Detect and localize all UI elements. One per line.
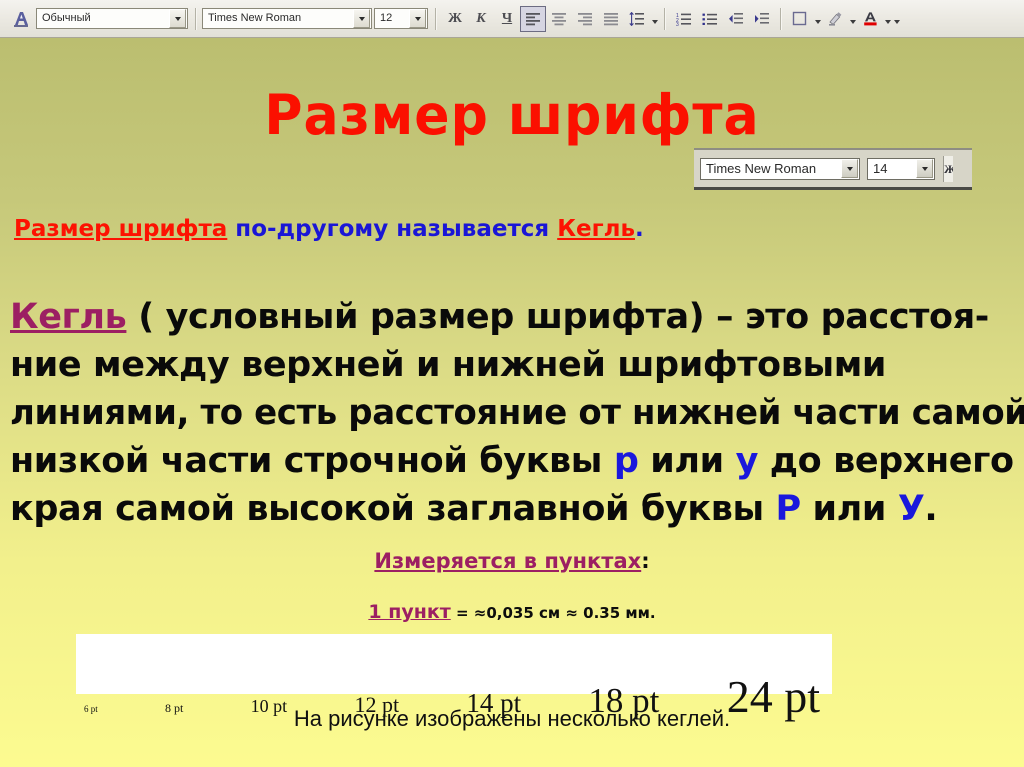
chevron-down-icon[interactable] bbox=[916, 159, 933, 178]
line-spacing-button[interactable] bbox=[624, 6, 650, 32]
increase-indent-button[interactable] bbox=[749, 6, 775, 32]
numbered-list-button[interactable]: 1 2 3 bbox=[671, 6, 697, 32]
definition-line-3: линиями, то есть расстояние от нижней ча… bbox=[10, 389, 1024, 437]
measure-units-line: Измеряется в пунктах: bbox=[0, 549, 1024, 573]
definition-line-1: Кегль ( условный размер шрифта) – это ра… bbox=[10, 293, 1020, 341]
letter-uppercase-r: Р bbox=[775, 489, 802, 529]
svg-text:3: 3 bbox=[676, 22, 679, 26]
font-size-value: 12 bbox=[380, 12, 393, 24]
increase-indent-icon bbox=[755, 12, 769, 24]
chevron-down-icon[interactable] bbox=[169, 9, 186, 28]
definition-line-1-rest: ( условный размер шрифта) – это расстоя- bbox=[126, 297, 989, 337]
font-size-sample-image: 6 pt 8 pt 10 pt 12 pt 14 pt 18 pt 24 pt bbox=[76, 634, 832, 720]
decrease-indent-icon bbox=[729, 12, 743, 24]
highlight-icon bbox=[828, 12, 841, 26]
font-color-button[interactable] bbox=[857, 6, 883, 32]
definition-line-5e: . bbox=[924, 489, 938, 529]
font-group: Times New Roman 12 bbox=[202, 4, 430, 34]
measure-units-colon: : bbox=[641, 549, 650, 573]
subtitle-term-secondary: Кегль bbox=[557, 216, 635, 242]
font-size-combo[interactable]: 12 bbox=[374, 8, 428, 29]
definition-line-4c: или bbox=[638, 441, 736, 481]
bold-button[interactable]: Ж bbox=[442, 6, 468, 32]
decoration-group bbox=[787, 4, 901, 34]
bulleted-list-button[interactable] bbox=[697, 6, 723, 32]
paragraph-style-combo[interactable]: Обычный bbox=[36, 8, 188, 29]
align-right-icon bbox=[578, 12, 592, 25]
letter-uppercase-u: У bbox=[897, 489, 925, 529]
italic-button[interactable]: К bbox=[468, 6, 494, 32]
align-center-button[interactable] bbox=[546, 6, 572, 32]
chevron-down-icon[interactable] bbox=[841, 159, 858, 178]
borders-icon bbox=[792, 11, 807, 26]
toolbar-divider bbox=[780, 7, 782, 30]
highlight-dropdown-arrow[interactable] bbox=[848, 6, 857, 32]
definition-line-5a: края самой высокой заглавной буквы bbox=[10, 489, 776, 529]
image-caption: На рисунке изображены несколько кеглей. bbox=[293, 706, 731, 731]
subtitle-connector: по-другому называется bbox=[227, 216, 558, 242]
definition-line-4e: до верхнего bbox=[757, 441, 1014, 481]
numbered-list-icon: 1 2 3 bbox=[676, 13, 691, 26]
style-group: Обычный bbox=[4, 4, 190, 34]
toolbar-divider bbox=[195, 7, 197, 30]
measure-units-label: Измеряется в пунктах bbox=[374, 549, 642, 573]
toolbar-overflow-arrow[interactable] bbox=[892, 6, 901, 32]
slide-canvas: Размер шрифта Times New Roman 14 Ж Разме… bbox=[0, 38, 1024, 767]
definition-paragraph: Кегль ( условный размер шрифта) – это ра… bbox=[10, 293, 1024, 533]
one-point-value: = ≈0,035 см ≈ 0.35 мм. bbox=[450, 604, 656, 622]
align-center-icon bbox=[552, 12, 566, 25]
chevron-down-icon[interactable] bbox=[353, 9, 370, 28]
font-family-value: Times New Roman bbox=[208, 12, 302, 24]
page-title-text: Размер шрифта bbox=[264, 84, 760, 148]
subtitle-line: Размер шрифта по-другому называется Кегл… bbox=[14, 216, 644, 242]
one-point-label: 1 пункт bbox=[368, 601, 451, 623]
align-left-button[interactable] bbox=[520, 5, 546, 32]
inset-font-size-value: 14 bbox=[873, 161, 888, 176]
definition-line-5c: или bbox=[800, 489, 898, 529]
toolbar-divider bbox=[664, 7, 666, 30]
paragraph-style-icon[interactable] bbox=[9, 7, 33, 31]
letter-lowercase-r: р bbox=[613, 441, 639, 481]
align-justify-icon bbox=[604, 12, 618, 25]
font-color-dropdown-arrow[interactable] bbox=[883, 6, 892, 32]
list-group: 1 2 3 bbox=[671, 4, 775, 34]
definition-line-4a: низкой части строчной буквы bbox=[10, 441, 614, 481]
toolbar-divider bbox=[435, 7, 437, 30]
borders-button[interactable] bbox=[787, 6, 813, 32]
one-point-line: 1 пункт = ≈0,035 см ≈ 0.35 мм. bbox=[0, 601, 1024, 623]
paragraph-style-value: Обычный bbox=[42, 12, 91, 24]
bulleted-list-icon bbox=[702, 13, 717, 25]
line-spacing-icon bbox=[629, 11, 644, 26]
chevron-down-icon[interactable] bbox=[409, 9, 426, 28]
inset-bold-button-partial[interactable]: Ж bbox=[943, 155, 953, 182]
formatting-toolbar: Обычный Times New Roman 12 Ж К Ч 1 2 3 bbox=[0, 0, 1024, 38]
definition-term: Кегль bbox=[10, 297, 127, 337]
font-color-icon bbox=[863, 12, 877, 26]
align-left-icon bbox=[526, 12, 540, 25]
inset-font-family-combo[interactable]: Times New Roman bbox=[700, 157, 860, 180]
decrease-indent-button[interactable] bbox=[723, 6, 749, 32]
underline-button[interactable]: Ч bbox=[494, 6, 520, 32]
subtitle-term-primary: Размер шрифта bbox=[14, 216, 228, 242]
align-justify-button[interactable] bbox=[598, 6, 624, 32]
subtitle-period: . bbox=[635, 216, 644, 242]
definition-line-5: края самой высокой заглавной буквы Р или… bbox=[10, 485, 1020, 533]
page-title: Размер шрифта bbox=[0, 84, 1024, 148]
borders-dropdown-arrow[interactable] bbox=[813, 6, 822, 32]
font-toolbar-inset-image: Times New Roman 14 Ж bbox=[694, 148, 972, 190]
definition-line-2: ние между верхней и нижней шрифтовыми bbox=[10, 345, 887, 385]
definition-line-3-text: линиями, то есть расстояние от нижней ча… bbox=[10, 393, 1024, 433]
inset-font-family-value: Times New Roman bbox=[706, 161, 817, 176]
text-style-group: Ж К Ч bbox=[442, 4, 520, 34]
letter-lowercase-u: у bbox=[735, 441, 759, 481]
inset-font-size-combo[interactable]: 14 bbox=[867, 157, 935, 180]
definition-line-4: низкой части строчной буквы р или у до в… bbox=[10, 437, 1020, 485]
line-spacing-dropdown-arrow[interactable] bbox=[650, 6, 659, 32]
align-right-button[interactable] bbox=[572, 6, 598, 32]
highlight-button[interactable] bbox=[822, 6, 848, 32]
font-family-combo[interactable]: Times New Roman bbox=[202, 8, 372, 29]
alignment-group bbox=[520, 4, 659, 34]
